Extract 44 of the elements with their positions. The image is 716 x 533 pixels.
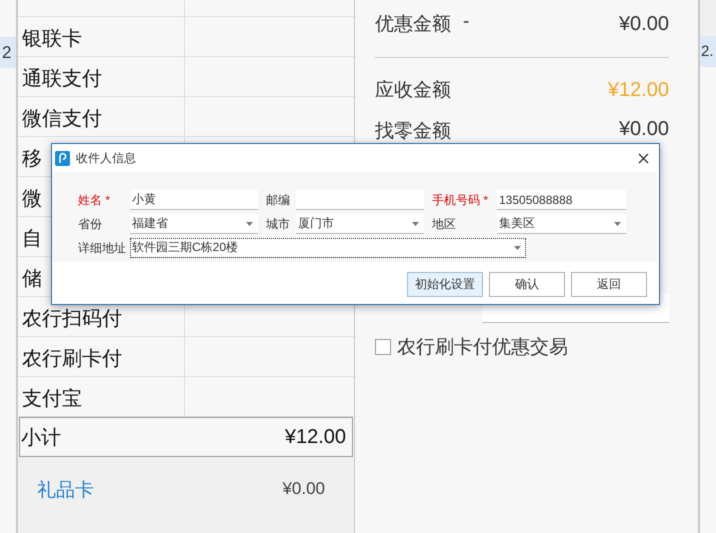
dropdown-arrow-icon[interactable] [412,222,419,226]
dropdown-arrow-icon[interactable] [614,222,621,226]
field-label: 省份 [78,216,103,232]
field-label: 姓名 * [78,192,112,208]
table-cell: 2. [700,36,716,67]
dropdown-field[interactable]: 集美区 [497,214,626,234]
dropdown-field[interactable]: 软件园三期C栋20楼 [130,238,526,258]
dropdown-field[interactable]: 福建省 [130,214,258,234]
checkbox-label: 农行刷卡付优惠交易 [397,336,568,360]
minus-sign: - [463,11,470,34]
input-field[interactable]: 小黄 [130,190,258,210]
payment-method-cell: 支付宝 [18,377,185,416]
dropdown-arrow-icon[interactable] [514,246,521,250]
field-label: 地区 [432,216,457,232]
app-logo-icon [55,150,70,166]
dialog-button[interactable]: 返回 [571,272,647,297]
summary-label: 应收金额 [375,79,451,103]
payment-method-cell: 农行刷卡付 [18,337,185,376]
input-field[interactable] [296,190,424,210]
gift-card-amount: ¥0.00 [282,478,325,499]
input-field[interactable]: 13505088888 [497,190,626,210]
summary-label: 找零金额 [375,120,451,144]
field-label: 城市 [266,216,291,232]
subtotal-label: 小计 [21,426,61,450]
table-cell: 2 [0,37,16,68]
gift-card-link[interactable]: 礼品卡 [37,477,94,503]
field-label: 手机号码 * [432,192,490,208]
subtotal-amount: ¥12.00 [284,426,346,448]
dropdown-field[interactable]: 厦门市 [296,214,424,234]
summary-amount: ¥0.00 [618,118,669,141]
close-icon[interactable] [638,152,649,164]
field-label: 邮编 [266,192,291,208]
field-label: 详细地址 [78,240,127,256]
dialog-title: 收件人信息 [76,150,137,166]
payment-method-cell: 通联支付 [18,57,185,96]
dialog-button[interactable]: 确认 [489,272,565,297]
dialog-button[interactable]: 初始化设置 [407,272,483,297]
checkbox[interactable] [375,339,391,355]
summary-amount: ¥12.00 [608,78,669,102]
summary-label: 优惠金额 [375,13,451,37]
summary-amount: ¥0.00 [618,12,669,36]
payment-method-cell: 银联卡 [18,17,185,56]
dropdown-arrow-icon[interactable] [246,222,253,226]
payment-method-cell: 微信支付 [18,97,185,136]
